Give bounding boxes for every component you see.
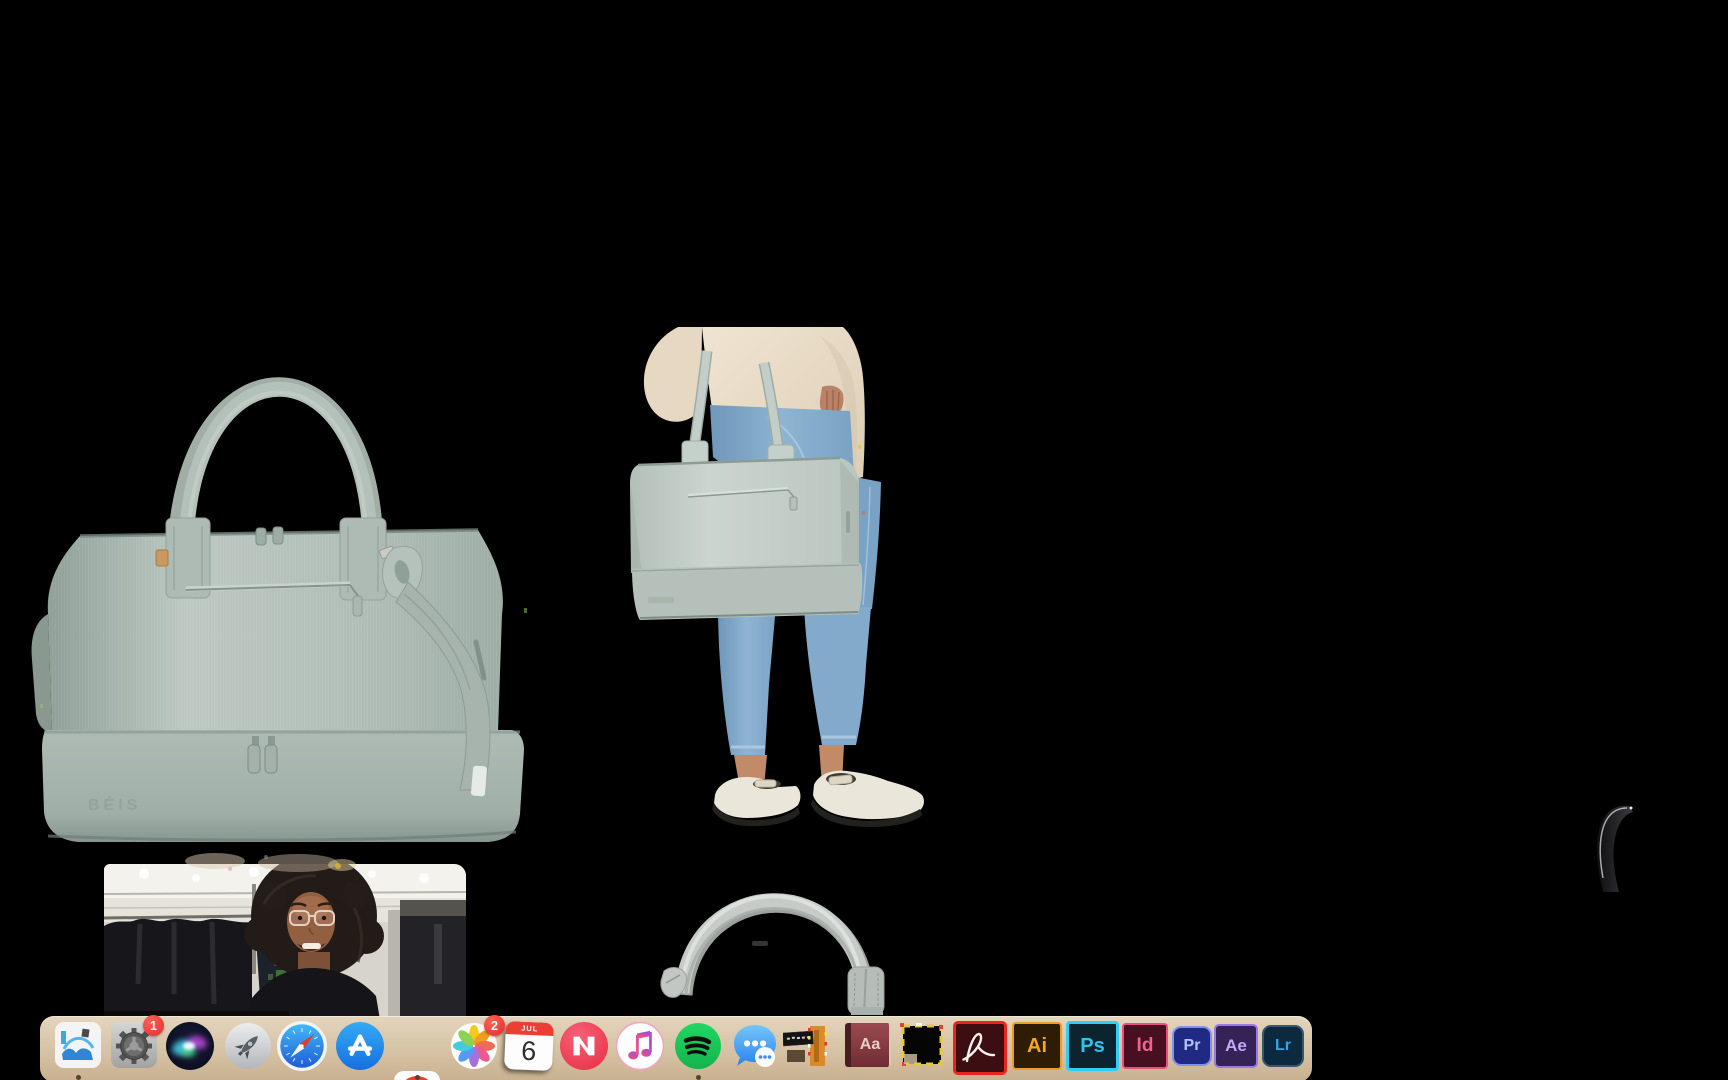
clothes-rack	[104, 918, 252, 1020]
dock-item-indesign[interactable]: Id	[1122, 1023, 1168, 1069]
store-person-image	[104, 864, 466, 1020]
after-effects-letters: Ae	[1225, 1036, 1247, 1055]
image-remnant-dash	[752, 941, 768, 946]
dock-item-dictionary[interactable]: Aa	[845, 1023, 891, 1067]
top-zipper-pulls	[255, 527, 267, 546]
news-icon	[560, 1022, 608, 1070]
running-indicator	[695, 1075, 701, 1080]
dock-item-after-effects[interactable]: Ae	[1214, 1024, 1258, 1068]
app-store-icon	[336, 1022, 384, 1070]
dock-item-spotify[interactable]	[674, 1022, 722, 1070]
dock-item-glitched-app-2[interactable]	[900, 1023, 944, 1067]
dock-item-glitched-app-1[interactable]	[782, 1022, 829, 1070]
held-bag	[630, 458, 859, 573]
dock-item-lightroom[interactable]: Lr	[1262, 1025, 1304, 1067]
illustrator-letters: Ai	[1027, 1034, 1047, 1057]
bag-handle-fragment	[660, 893, 885, 1015]
glitched-icon	[782, 1026, 827, 1066]
dock-item-system-preferences[interactable]: 1	[111, 1015, 164, 1068]
dictionary-letters: Aa	[859, 1036, 881, 1053]
dock-item-messages[interactable]	[730, 1021, 780, 1071]
spotify-icon	[675, 1023, 721, 1069]
dock-item-itunes[interactable]	[615, 1021, 665, 1071]
bottom-compartment	[42, 730, 524, 842]
rocket-icon	[225, 1023, 271, 1069]
dock-item-photoshop[interactable]: Ps	[1066, 1021, 1119, 1071]
dock-item-premiere-pro[interactable]: Pr	[1172, 1026, 1212, 1066]
calendar-day: 6	[520, 1035, 537, 1067]
dictionary-book-icon: Aa	[845, 1023, 891, 1067]
dock-item-siri[interactable]	[166, 1022, 214, 1070]
model-image	[630, 327, 924, 827]
dark-handle-fragment	[1596, 805, 1633, 892]
notification-badge: 1	[143, 1015, 164, 1036]
sweater-sleeve	[643, 327, 702, 422]
running-indicator	[75, 1075, 81, 1080]
acrobat-icon	[962, 1032, 996, 1063]
dock-item-illustrator[interactable]: Ai	[1012, 1022, 1062, 1070]
notification-badge: 2	[484, 1015, 505, 1036]
glitched-icon	[900, 1023, 943, 1066]
finder-icon	[55, 1022, 101, 1068]
running-indicator	[414, 1075, 420, 1080]
compass-icon	[277, 1021, 327, 1071]
dock: 1 2 JUL 6 Aa Ai Ps Id Pr Ae Lr	[40, 1015, 1312, 1080]
gold-tab	[155, 549, 169, 567]
indesign-letters: Id	[1136, 1035, 1154, 1056]
chat-bubble-icon	[734, 1025, 776, 1067]
dock-item-photos[interactable]: 2	[450, 1015, 505, 1070]
music-note-icon	[615, 1021, 665, 1071]
dock-item-calendar[interactable]: JUL 6	[503, 1020, 555, 1072]
woman	[244, 864, 384, 1020]
photoshop-letters: Ps	[1080, 1034, 1105, 1057]
dock-item-launchpad[interactable]	[224, 1022, 272, 1070]
dock-item-acrobat[interactable]	[953, 1021, 1007, 1075]
main-bag-image: BÉIS	[31, 377, 527, 842]
dock-item-safari[interactable]	[277, 1021, 327, 1071]
desktop: BÉIS 1 2 JUL 6 Aa Ai Ps Id Pr Ae Lr	[0, 0, 1728, 1080]
dock-item-news[interactable]	[560, 1022, 608, 1070]
brand-emboss: BÉIS	[88, 795, 141, 814]
dock-item-app-store[interactable]	[336, 1022, 384, 1070]
lightroom-letters: Lr	[1275, 1037, 1291, 1054]
premiere-letters: Pr	[1183, 1037, 1201, 1054]
image-remnant	[185, 853, 356, 872]
dock-item-finder[interactable]	[55, 1022, 101, 1068]
